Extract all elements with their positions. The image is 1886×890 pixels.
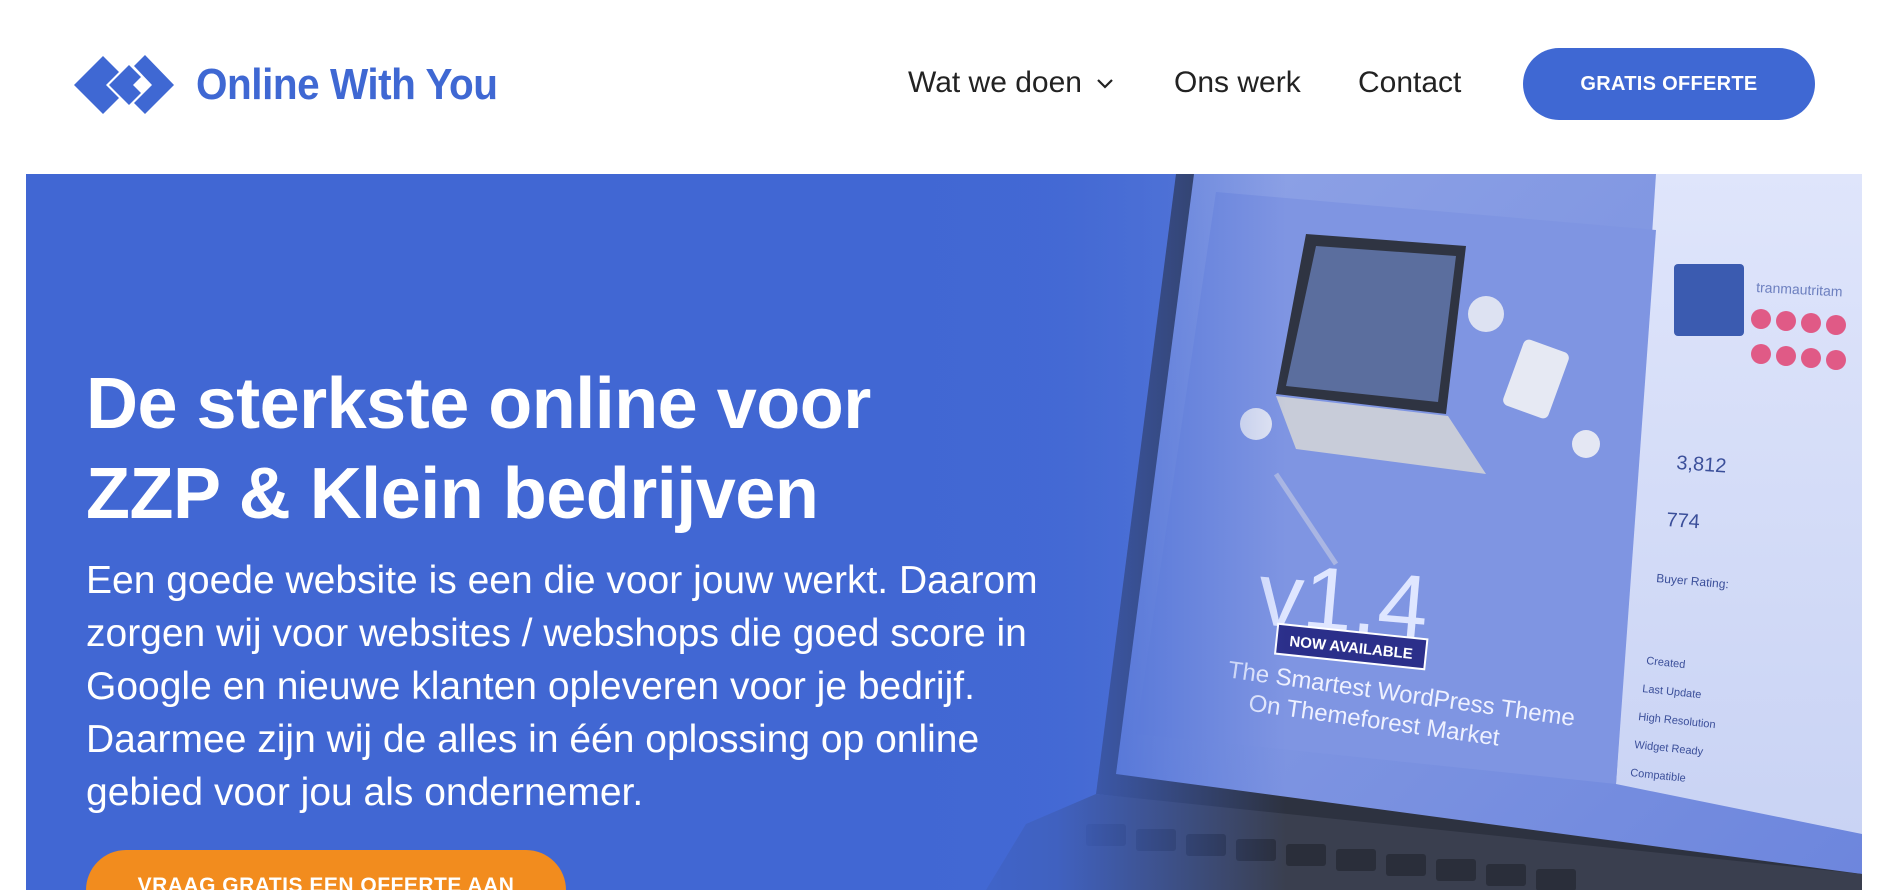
image-sales: 3,812 bbox=[1676, 452, 1727, 477]
nav-item-wat-we-doen[interactable]: Wat we doen bbox=[908, 66, 1114, 100]
hero-title: De sterkste online voor ZZP & Klein bedr… bbox=[86, 359, 986, 539]
chevron-down-icon bbox=[1097, 79, 1113, 89]
hero-title-line: De sterkste online voor bbox=[86, 364, 871, 444]
nav-item-ons-werk[interactable]: Ons werk bbox=[1174, 66, 1301, 100]
hero-description: Een goede website is een die voor jouw w… bbox=[86, 554, 1096, 819]
gratis-offerte-button[interactable]: GRATIS OFFERTE bbox=[1523, 48, 1815, 120]
logo-text: Online With You bbox=[196, 60, 498, 109]
hero-description-line: Een goede website is een die voor jouw w… bbox=[86, 559, 1038, 602]
hero-description-line: zorgen wij voor websites / webshops die … bbox=[86, 612, 1027, 655]
hero-description-line: Daarmee zijn wij de alles in één oplossi… bbox=[86, 718, 980, 761]
logo-icon bbox=[74, 55, 174, 114]
image-comments: 774 bbox=[1666, 509, 1701, 533]
nav-item-label: Ons werk bbox=[1174, 66, 1301, 99]
hero-title-line: ZZP & Klein bedrijven bbox=[86, 454, 819, 534]
hero-description-line: gebied voor jou als ondernemer. bbox=[86, 771, 644, 814]
nav-item-label: Contact bbox=[1358, 66, 1462, 99]
request-quote-button[interactable]: VRAAG GRATIS EEN OFFERTE AAN bbox=[86, 850, 566, 890]
site-header: Online With You Wat we doen Ons werk Con… bbox=[0, 0, 1886, 174]
nav-item-label: Wat we doen bbox=[908, 66, 1082, 99]
logo-link[interactable]: Online With You bbox=[74, 52, 524, 118]
hero-description-line: Google en nieuwe klanten opleveren voor … bbox=[86, 665, 975, 708]
nav-item-contact[interactable]: Contact bbox=[1358, 66, 1461, 100]
hero-section: v1.4 NOW AVAILABLE The Smartest WordPres… bbox=[26, 174, 1862, 890]
